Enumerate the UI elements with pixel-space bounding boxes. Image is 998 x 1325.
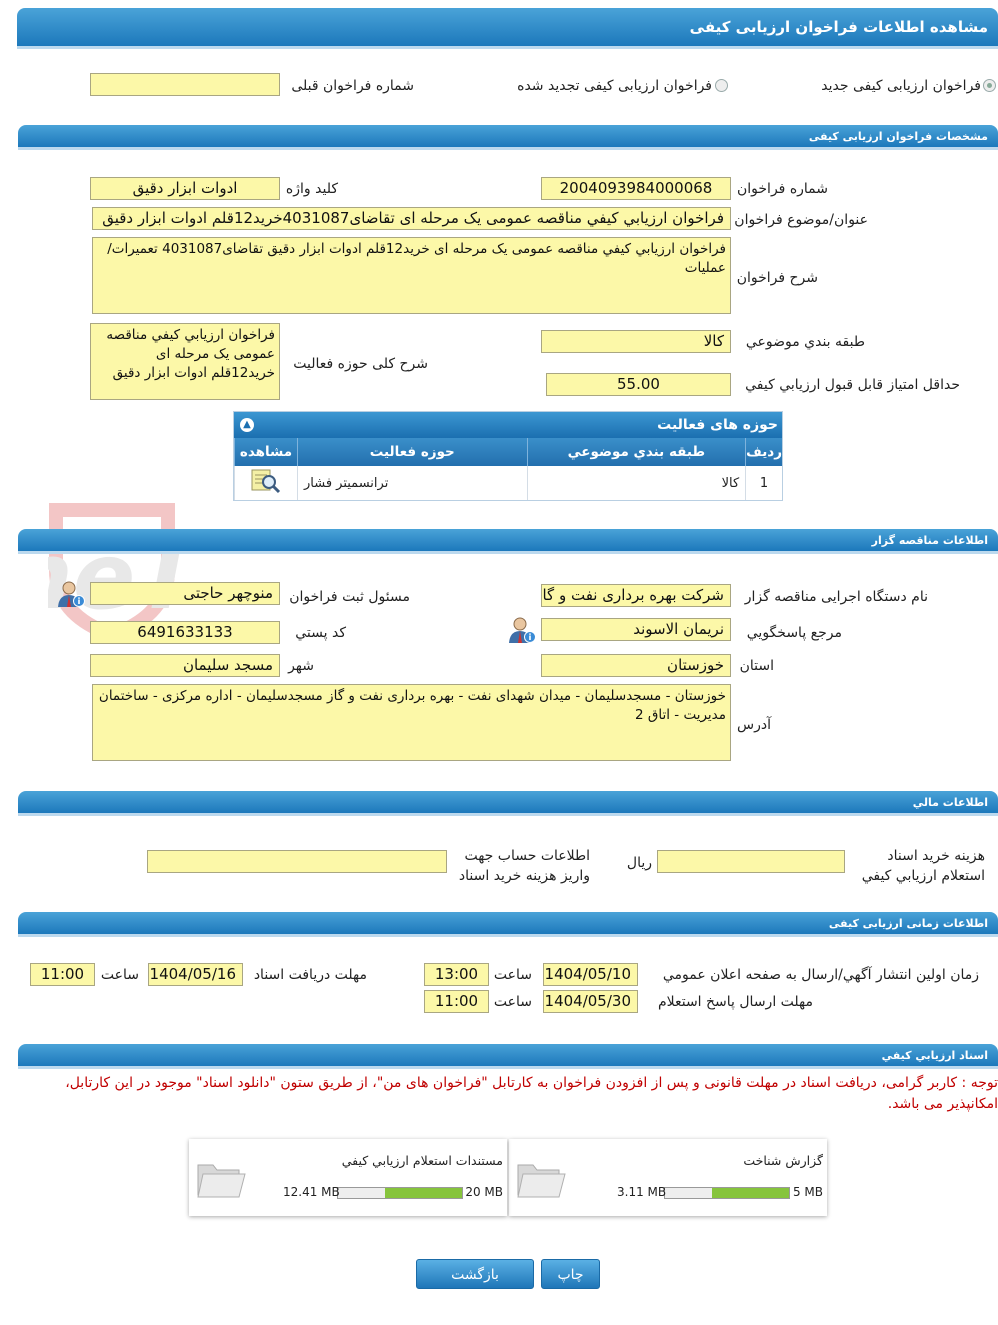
publish-time-field: 13:00 [424, 963, 489, 986]
spec-section-title: مشخصات فراخوان ارزیابی کیفی [808, 130, 988, 143]
activity-grid: حوزه های فعالیت ▲ رديف طبقه بندي موضوعي ح… [233, 411, 783, 501]
address-label: آدرس [737, 717, 771, 733]
fee-field [657, 850, 845, 873]
subject-label: عنوان/موضوع فراخوان [734, 212, 868, 228]
document-max-size: 20 MB [465, 1185, 503, 1199]
desc-label: شرح فراخوان [736, 270, 818, 286]
row-activity: ترانسمیتر فشار [296, 466, 528, 500]
receive-label: مهلت دريافت اسناد [253, 967, 367, 983]
publish-date-field: 1404/05/10 [543, 963, 638, 986]
registrar-label: مسئول ثبت فراخوان [289, 589, 410, 605]
document-size: 3.11 MB [617, 1185, 667, 1199]
view-cell[interactable] [234, 466, 298, 500]
user-info-icon[interactable] [507, 615, 537, 645]
spec-section-header: مشخصات فراخوان ارزیابی کیفی [18, 125, 998, 150]
reply-label: مهلت ارسال پاسخ استعلام [657, 994, 813, 1010]
publish-label: زمان اولين انتشار آگهي/ارسال به صفحه اعل… [662, 967, 979, 983]
row-category: کالا [526, 466, 746, 500]
publish-time-label: ساعت [493, 967, 532, 983]
document-card[interactable]: مستندات استعلام ارزيابي کيفي 20 MB 12.41… [189, 1139, 507, 1216]
document-max-size: 5 MB [792, 1185, 823, 1199]
receive-date-field: 1404/05/16 [148, 963, 243, 986]
reply-time-label: ساعت [493, 994, 532, 1010]
registrar-field: منوچهر حاجتی [90, 582, 280, 605]
finance-section-header: اطلاعات مالي [18, 791, 998, 816]
documents-section-header: اسناد ارزيابي كيفي [18, 1044, 998, 1069]
document-progress-fill [385, 1188, 462, 1198]
activity-table: رديف طبقه بندي موضوعي حوزه فعالیت مشاهده… [234, 438, 782, 500]
download-note-line2: امکانپذیر می باشد. [887, 1096, 998, 1112]
magnifier-icon[interactable] [249, 467, 283, 495]
reference-field: نریمان الاسوند [541, 618, 731, 641]
city-field: مسجد سلیمان [90, 654, 280, 677]
col-index: رديف [745, 438, 782, 466]
receive-time-label: ساعت [100, 967, 139, 983]
number-label: شماره فراخوان [737, 181, 828, 197]
document-size: 12.41 MB [283, 1185, 340, 1199]
receive-time-field: 11:00 [30, 963, 95, 986]
activity-grid-header: حوزه های فعالیت ▲ [234, 412, 782, 438]
activity-desc-field: فراخوان ارزيابي كيفي مناقصه عمومی یک مرح… [90, 323, 280, 400]
fee-label: هزينه خريد اسناد استعلام ارزيابي کيفي [861, 848, 985, 884]
timing-section-title: اطلاعات زمانی ارزیابی کیفی [828, 917, 988, 930]
category-label: طبقه بندي موضوعي [745, 334, 865, 350]
postal-label: کد پستي [295, 625, 346, 641]
account-field [147, 850, 447, 873]
page-header: مشاهده اطلاعات فراخوان ارزیابی کیفی [17, 8, 998, 49]
col-activity: حوزه فعالیت [296, 438, 528, 466]
radio-new[interactable] [983, 79, 996, 92]
category-field: کالا [541, 330, 731, 353]
download-note: توجه : کاربر گرامی، دریافت اسناد در مهلت… [38, 1073, 998, 1115]
min-score-label: حداقل امتياز قابل قبول ارزيابي کيفي [745, 377, 960, 393]
collapse-icon[interactable]: ▲ [240, 418, 254, 432]
number-field: 2004093984000068 [541, 177, 731, 200]
reply-time-field: 11:00 [424, 990, 489, 1013]
desc-field: فراخوان ارزيابي كيفي مناقصه عمومی یک مرح… [92, 237, 731, 314]
print-button[interactable]: چاپ [541, 1259, 600, 1289]
keyword-label: کلید واژه [285, 181, 338, 197]
city-label: شهر [288, 658, 314, 674]
document-title: گزارش شناخت [743, 1153, 823, 1168]
page-title: مشاهده اطلاعات فراخوان ارزیابی کیفی [689, 18, 988, 36]
documents-section-title: اسناد ارزيابي كيفي [881, 1049, 988, 1062]
table-row: 1 کالا ترانسمیتر فشار [234, 466, 782, 500]
account-label: اطلاعات حساب جهت واريز هزينه خريد اسناد [458, 848, 590, 884]
col-category: طبقه بندي موضوعي [526, 438, 746, 466]
back-button[interactable]: بازگشت [416, 1259, 534, 1289]
previous-number-field[interactable] [90, 73, 280, 96]
keyword-field: ادوات ابزار دقیق [90, 177, 280, 200]
previous-number-label: شماره فراخوان قبلی [291, 78, 414, 94]
subject-field: فراخوان ارزيابي كيفي مناقصه عمومی یک مرح… [92, 207, 731, 230]
reply-date-field: 1404/05/30 [543, 990, 638, 1013]
province-label: استان [739, 658, 774, 674]
radio-renewed-label: فراخوان ارزیابی کیفی تجدید شده [517, 78, 712, 94]
postal-field: 6491633133 [90, 621, 280, 644]
folder-icon [517, 1164, 566, 1198]
download-note-line1: توجه : کاربر گرامی، دریافت اسناد در مهلت… [65, 1075, 998, 1091]
reference-label: مرجع پاسخگويي [746, 625, 842, 641]
radio-renewed[interactable] [715, 79, 728, 92]
row-index: 1 [745, 466, 782, 500]
document-progress-fill [712, 1188, 789, 1198]
document-progress-bar [664, 1187, 790, 1199]
tenderer-section-title: اطلاعات مناقصه گزار [871, 534, 988, 547]
tenderer-section-header: اطلاعات مناقصه گزار [18, 529, 998, 554]
radio-new-label: فراخوان ارزیابی کیفی جدید [821, 78, 981, 94]
org-field: شرکت بهره برداری نفت و گاز مسجدسلیمان [541, 584, 731, 607]
province-field: خوزستان [541, 654, 731, 677]
timing-section-header: اطلاعات زمانی ارزیابی کیفی [18, 912, 998, 937]
finance-section-title: اطلاعات مالي [912, 796, 988, 809]
document-title: مستندات استعلام ارزيابي کيفي [341, 1153, 503, 1168]
activity-grid-title: حوزه های فعالیت [657, 417, 778, 433]
address-field: خوزستان - مسجدسلیمان - میدان شهدای نفت -… [92, 684, 731, 761]
col-view: مشاهده [234, 438, 298, 466]
org-label: نام دستگاه اجرایی مناقصه گزار [744, 589, 928, 605]
min-score-field: 55.00 [546, 373, 731, 396]
user-info-icon[interactable] [56, 579, 86, 609]
activity-desc-label: شرح کلی حوزه فعالیت [293, 356, 428, 372]
folder-icon [197, 1164, 246, 1198]
document-card[interactable]: گزارش شناخت 5 MB 3.11 MB [509, 1139, 827, 1216]
currency-label: ريال [626, 855, 652, 871]
document-progress-bar [337, 1187, 463, 1199]
